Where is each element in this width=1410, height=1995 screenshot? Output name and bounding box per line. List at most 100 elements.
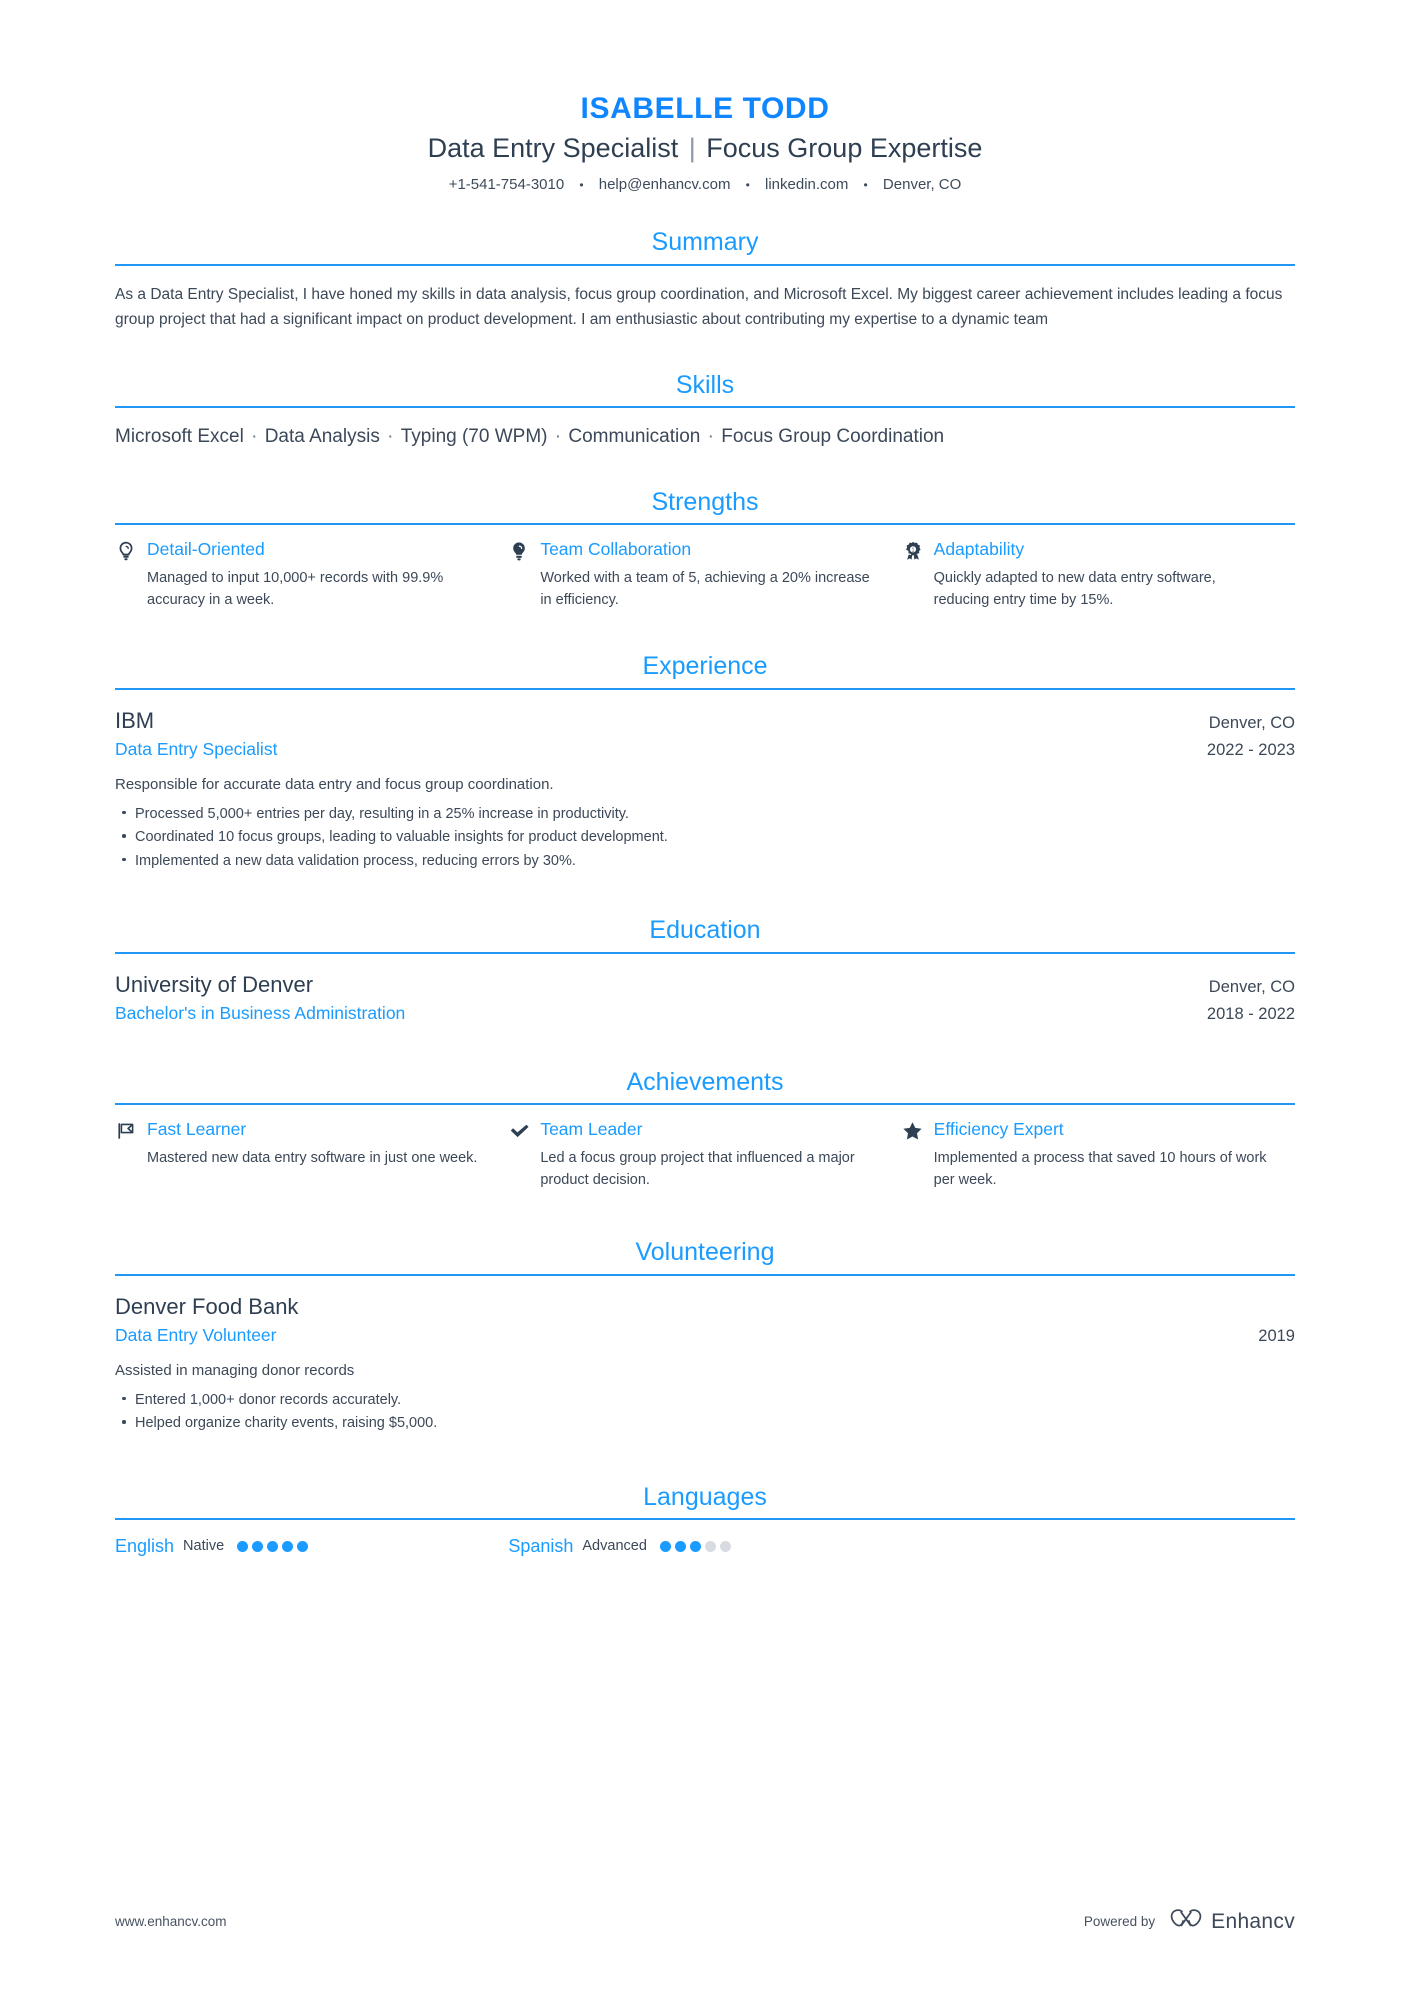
section-heading-education: Education [649, 916, 761, 945]
education-location: Denver, CO [1208, 977, 1295, 996]
achievement-card: Fast Learner Mastered new data entry sof… [115, 1119, 508, 1191]
experience-entry: IBM Denver, CO Data Entry Specialist 202… [115, 707, 1295, 873]
contact-email[interactable]: help@enhancv.com [599, 176, 731, 193]
achievement-card: Team Leader Led a focus group project th… [508, 1119, 901, 1191]
enhancv-logo-icon [1169, 1908, 1203, 1935]
achievement-description: Mastered new data entry software in just… [147, 1150, 478, 1167]
lightbulb-icon [115, 540, 137, 562]
brainstorm-icon [508, 540, 530, 562]
svg-text:1: 1 [911, 547, 914, 553]
headline-secondary: Focus Group Expertise [706, 133, 983, 163]
education-entry: University of Denver Denver, CO Bachelor… [115, 971, 1295, 1025]
proficiency-dot-filled [689, 1541, 701, 1553]
section-education: Education University of Denver Denver, C… [115, 917, 1295, 1025]
language-name: English [115, 1536, 175, 1557]
section-heading-volunteering: Volunteering [635, 1238, 775, 1267]
strength-card: Team Collaboration Worked with a team of… [508, 539, 901, 611]
achievements-grid: Fast Learner Mastered new data entry sof… [115, 1119, 1295, 1191]
achievement-description: Implemented a process that saved 10 hour… [933, 1150, 1267, 1188]
section-volunteering: Volunteering Denver Food Bank Data Entry… [115, 1239, 1295, 1435]
bullet-item: Helped organize charity events, raising … [115, 1412, 1295, 1435]
strength-description: Quickly adapted to new data entry softwa… [933, 570, 1216, 608]
achievement-title: Team Leader [540, 1119, 643, 1140]
experience-location: Denver, CO [1208, 713, 1295, 732]
proficiency-dot-filled [252, 1541, 264, 1553]
skill-item: Communication [568, 426, 701, 448]
headline-primary: Data Entry Specialist [427, 133, 679, 163]
skills-list: Microsoft Excel · Data Analysis · Typing… [115, 423, 1295, 451]
section-experience: Experience IBM Denver, CO Data Entry Spe… [115, 653, 1295, 873]
proficiency-dot-filled [297, 1541, 309, 1553]
volunteering-role: Data Entry Volunteer [115, 1325, 277, 1346]
skill-item: Focus Group Coordination [721, 426, 945, 448]
achievement-description: Led a focus group project that influence… [540, 1150, 855, 1188]
strength-description: Managed to input 10,000+ records with 99… [147, 570, 444, 608]
volunteering-bullets: Entered 1,000+ donor records accurately.… [115, 1389, 1295, 1436]
experience-dates: 2022 - 2023 [1206, 741, 1295, 760]
strength-description: Worked with a team of 5, achieving a 20%… [540, 570, 870, 608]
education-degree: Bachelor's in Business Administration [115, 1003, 406, 1024]
proficiency-dot-filled [282, 1541, 294, 1553]
enhancv-brand: Enhancv [1169, 1908, 1295, 1935]
language-proficiency-dots [659, 1541, 731, 1553]
strength-card: Detail-Oriented Managed to input 10,000+… [115, 539, 508, 611]
volunteering-org: Denver Food Bank [115, 1293, 299, 1319]
section-languages: Languages English Native Spanish Advanced [115, 1482, 1295, 1558]
bullet-item: Implemented a new data validation proces… [115, 850, 1295, 873]
contact-separator-dot: • [863, 177, 868, 192]
star-icon [902, 1120, 924, 1142]
section-heading-achievements: Achievements [626, 1067, 784, 1096]
resume-page: ISABELLE TODD Data Entry Specialist | Fo… [0, 0, 1410, 1995]
language-item: Spanish Advanced [508, 1536, 901, 1558]
skill-item: Typing (70 WPM) [400, 426, 548, 448]
achievement-title: Efficiency Expert [933, 1119, 1064, 1140]
proficiency-dot-empty [719, 1541, 731, 1553]
proficiency-dot-filled [674, 1541, 686, 1553]
strength-title: Team Collaboration [540, 539, 692, 560]
resume-footer: www.enhancv.com Powered by Enhancv [115, 1908, 1295, 1935]
experience-summary: Responsible for accurate data entry and … [115, 776, 554, 794]
check-icon [508, 1120, 530, 1142]
contact-separator-dot: • [579, 177, 584, 192]
experience-role: Data Entry Specialist [115, 739, 278, 760]
volunteering-summary: Assisted in managing donor records [115, 1362, 355, 1380]
candidate-headline: Data Entry Specialist | Focus Group Expe… [115, 131, 1295, 166]
language-item: English Native [115, 1536, 508, 1558]
strengths-grid: Detail-Oriented Managed to input 10,000+… [115, 539, 1295, 611]
contact-linkedin[interactable]: linkedin.com [765, 176, 848, 193]
section-heading-skills: Skills [675, 370, 735, 399]
candidate-name: ISABELLE TODD [580, 92, 830, 125]
language-proficiency-dots [237, 1541, 309, 1553]
resume-header: ISABELLE TODD Data Entry Specialist | Fo… [115, 0, 1295, 195]
proficiency-dot-filled [659, 1541, 671, 1553]
footer-url[interactable]: www.enhancv.com [115, 1914, 227, 1929]
bullet-item: Entered 1,000+ donor records accurately. [115, 1389, 1295, 1412]
contact-location: Denver, CO [882, 176, 962, 194]
languages-grid: English Native Spanish Advanced [115, 1536, 1295, 1558]
section-heading-strengths: Strengths [651, 487, 759, 516]
experience-bullets: Processed 5,000+ entries per day, result… [115, 803, 1295, 873]
strength-title: Detail-Oriented [147, 539, 265, 560]
proficiency-dot-empty [704, 1541, 716, 1553]
achievement-card: Efficiency Expert Implemented a process … [902, 1119, 1295, 1191]
section-summary: Summary As a Data Entry Specialist, I ha… [115, 229, 1295, 332]
skill-separator: · [381, 426, 399, 448]
summary-text: As a Data Entry Specialist, I have honed… [115, 285, 1283, 328]
volunteering-entry: Denver Food Bank Data Entry Volunteer 20… [115, 1293, 1295, 1436]
contact-line: +1-541-754-3010 • help@enhancv.com • lin… [115, 174, 1295, 195]
section-skills: Skills Microsoft Excel · Data Analysis ·… [115, 370, 1295, 451]
section-heading-summary: Summary [651, 228, 759, 257]
powered-by-label: Powered by [1083, 1914, 1156, 1929]
enhancv-wordmark: Enhancv [1211, 1909, 1295, 1933]
skill-item: Data Analysis [264, 426, 380, 448]
award-medal-icon: 1 [902, 540, 924, 562]
contact-phone[interactable]: +1-541-754-3010 [449, 176, 565, 193]
section-heading-languages: Languages [643, 1482, 767, 1511]
strength-card: 1 Adaptability Quickly adapted to new da… [902, 539, 1295, 611]
skill-separator: · [549, 426, 567, 448]
language-name: Spanish [508, 1536, 574, 1557]
headline-divider: | [688, 133, 696, 163]
flag-icon [115, 1120, 137, 1142]
strength-title: Adaptability [933, 539, 1025, 560]
section-strengths: Strengths Detail-Oriented Managed to inp… [115, 487, 1295, 611]
